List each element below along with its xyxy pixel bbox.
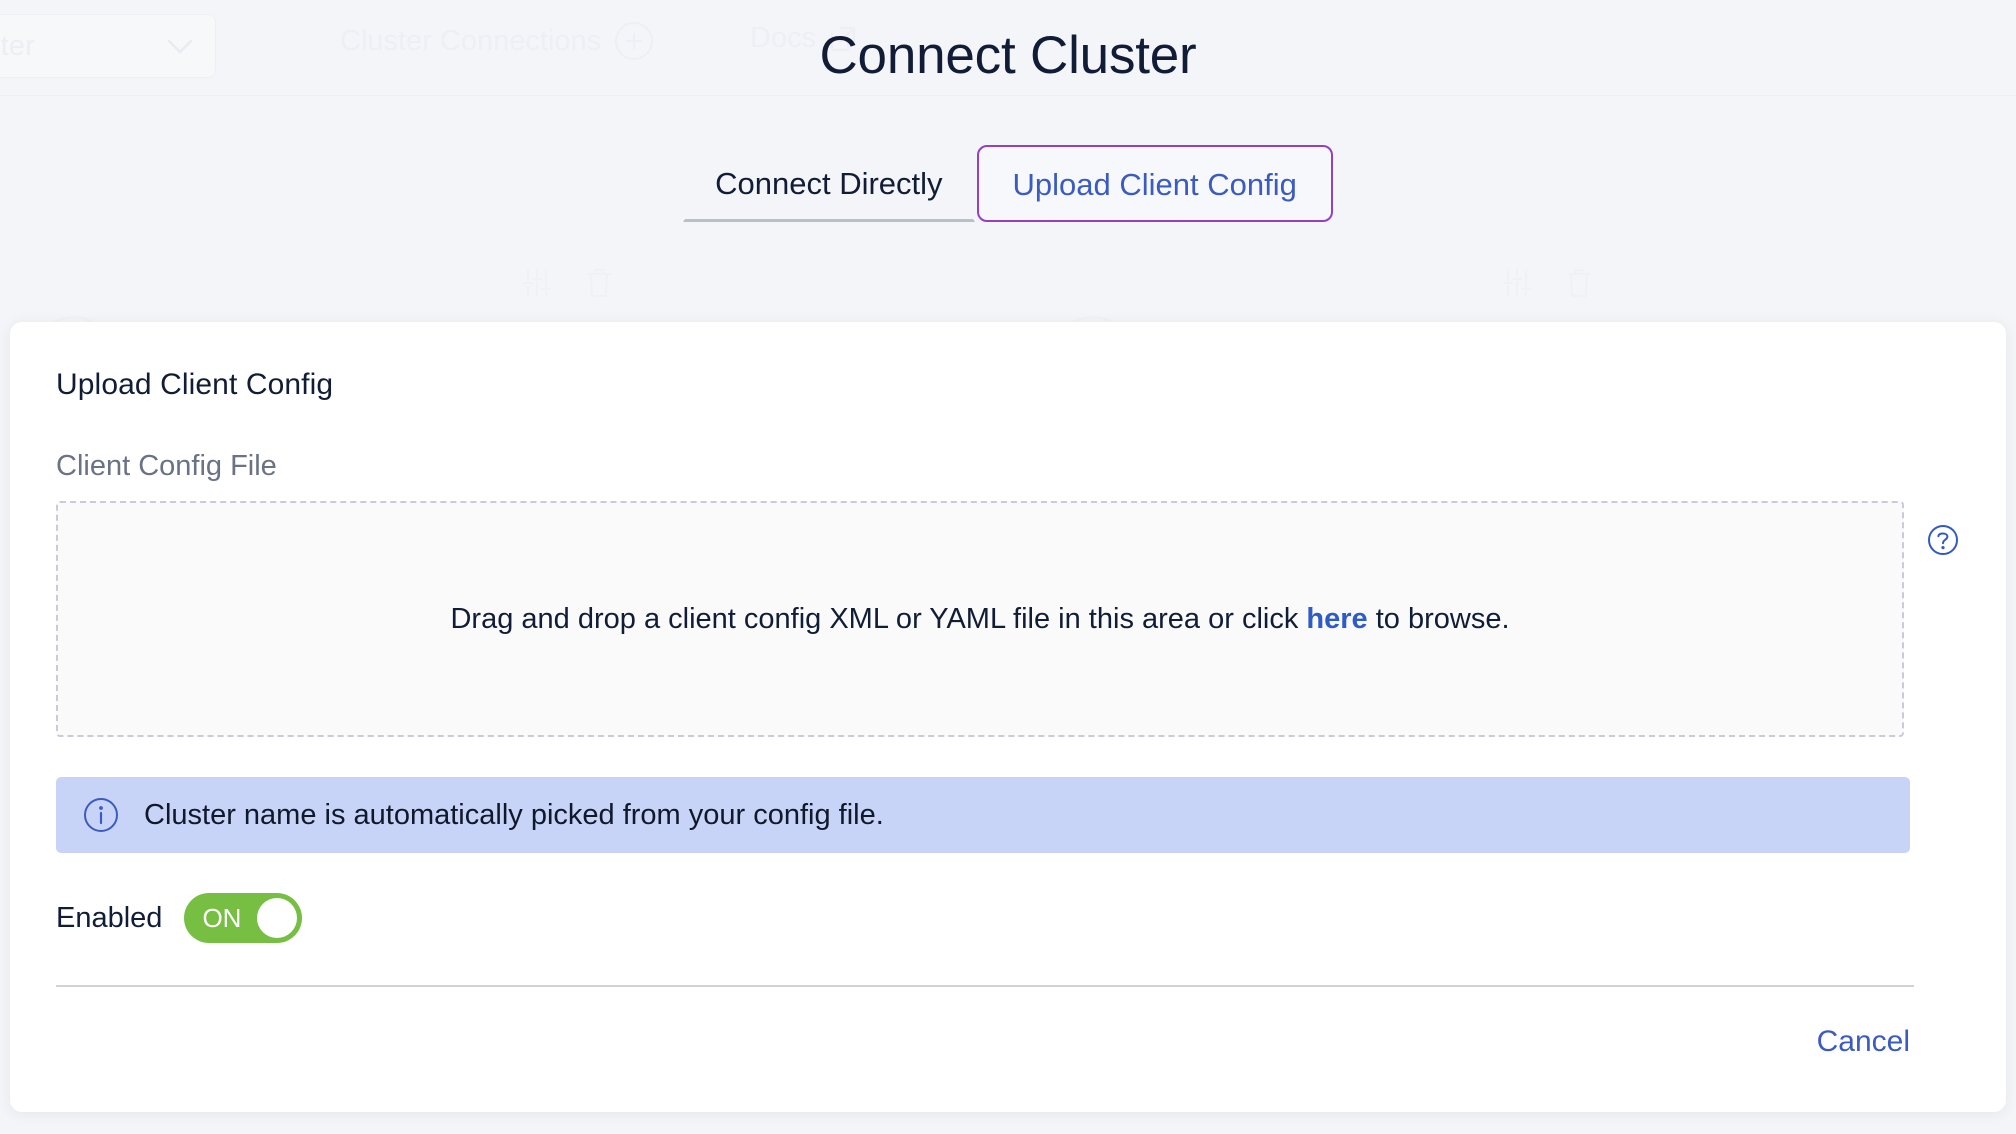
dropzone-text-after: to browse. [1367,602,1510,635]
dropzone-row: Drag and drop a client config XML or YAM… [56,501,1960,737]
enabled-toggle-state: ON [202,902,242,933]
connect-cluster-modal: Connect Cluster Connect Directly Upload … [0,0,2016,1134]
client-config-file-label: Client Config File [56,450,277,482]
cancel-button[interactable]: Cancel [1813,1019,1914,1065]
info-banner-message: Cluster name is automatically picked fro… [144,798,884,831]
enabled-toggle[interactable]: ON [184,893,303,943]
question-mark-circle-icon[interactable] [1926,523,1960,557]
enabled-toggle-knob [257,898,298,938]
info-banner: Cluster name is automatically picked fro… [56,777,1910,853]
info-circle-icon [82,796,120,834]
enabled-label: Enabled [56,901,163,934]
tab-bar: Connect Directly Upload Client Config [683,144,1333,222]
dropzone-instruction: Drag and drop a client config XML or YAM… [450,603,1509,636]
panel-heading: Upload Client Config [56,368,334,401]
panel-footer: Cancel [56,987,1914,1097]
dropzone-text-before: Drag and drop a client config XML or YAM… [450,602,1307,635]
tab-upload-client-config[interactable]: Upload Client Config [976,144,1333,222]
client-config-dropzone[interactable]: Drag and drop a client config XML or YAM… [56,501,1904,737]
tab-connect-directly[interactable]: Connect Directly [683,144,975,222]
page-title: Connect Cluster [819,26,1197,85]
upload-client-config-panel: Upload Client Config Client Config File … [10,322,2006,1112]
dropzone-browse-link[interactable]: here [1306,603,1367,635]
enabled-row: Enabled ON [56,893,1960,943]
